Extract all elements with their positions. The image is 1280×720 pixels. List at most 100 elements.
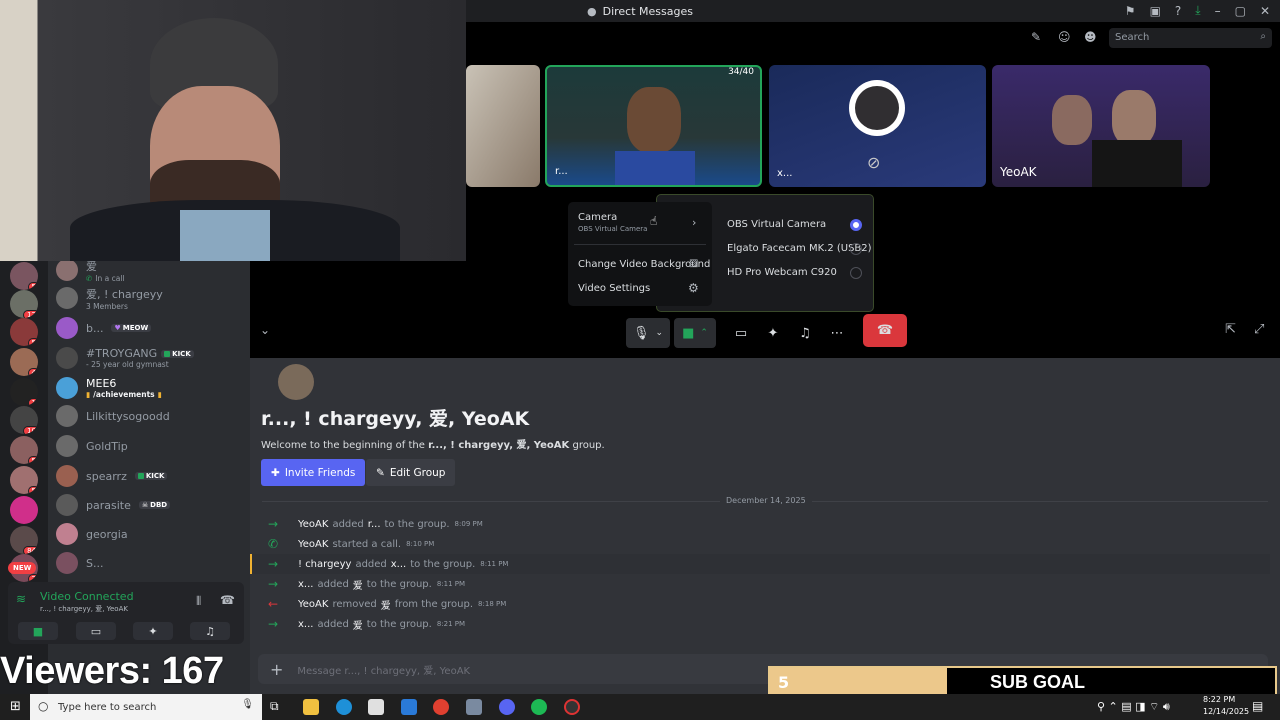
leave-call-button[interactable]: ☎ bbox=[863, 314, 907, 347]
camera-option[interactable]: OBS Virtual Camera bbox=[727, 219, 826, 230]
flag-icon[interactable]: ⚑ bbox=[1125, 4, 1136, 18]
dm-item[interactable]: georgia bbox=[56, 520, 246, 548]
add-member-icon[interactable]: ☺ bbox=[1058, 30, 1071, 44]
dm-item[interactable]: MEE6 ▮/achievements ▮ bbox=[56, 374, 246, 402]
dm-item[interactable]: spearrz KICK bbox=[56, 462, 246, 490]
camera-radio[interactable] bbox=[850, 267, 862, 279]
close-button[interactable]: ✕ bbox=[1260, 4, 1270, 18]
maximize-button[interactable]: ▢ bbox=[1235, 4, 1246, 18]
camera-button[interactable]: ■ bbox=[18, 622, 58, 640]
camera-option[interactable]: HD Pro Webcam C920 bbox=[727, 267, 837, 278]
message-author[interactable]: YeoAK bbox=[298, 539, 328, 550]
message-author[interactable]: YeoAK bbox=[298, 599, 328, 610]
search-input[interactable]: Search ⌕ bbox=[1109, 28, 1272, 48]
members-icon[interactable]: ☻ bbox=[1084, 30, 1097, 44]
mail-icon[interactable] bbox=[401, 699, 417, 715]
search-icon: ○ bbox=[38, 699, 49, 713]
noise-icon[interactable]: ⦀ bbox=[196, 594, 201, 609]
server-icon[interactable]: 10 bbox=[10, 406, 38, 434]
inbox-icon[interactable]: ▣ bbox=[1150, 4, 1161, 18]
windows-start-icon[interactable]: ⊞ bbox=[10, 699, 21, 714]
dm-item[interactable]: b... ♥ MEOW bbox=[56, 314, 246, 342]
app-icon[interactable] bbox=[466, 699, 482, 715]
download-icon[interactable]: ⤓ bbox=[1195, 3, 1200, 18]
screenshare-button[interactable]: ▭ bbox=[730, 318, 752, 348]
more-button[interactable]: ⋯ bbox=[826, 318, 848, 348]
popout-icon[interactable]: ⇱ bbox=[1225, 322, 1236, 337]
notifications-icon[interactable]: ▤ bbox=[1252, 699, 1263, 713]
message-target[interactable]: x... bbox=[391, 559, 406, 570]
dm-item[interactable]: Lilkittysogoodd bbox=[56, 402, 246, 430]
dm-item[interactable]: #TROYGANG KICK - 25 year old gymnast bbox=[56, 344, 246, 372]
video-tile[interactable]: r... 34/40 bbox=[545, 65, 762, 187]
server-icon[interactable]: 12 bbox=[10, 290, 38, 318]
add-attachment-icon[interactable]: + bbox=[270, 660, 283, 679]
taskbar-search[interactable]: ○ Type here to search 🎙︎ bbox=[30, 694, 262, 720]
server-icon[interactable]: 5 bbox=[10, 318, 38, 346]
status-pill: KICK bbox=[134, 472, 168, 480]
spotify-icon[interactable] bbox=[531, 699, 547, 715]
video-settings-item[interactable]: Video Settings bbox=[578, 283, 650, 294]
activity-button[interactable]: ✦ bbox=[133, 622, 173, 640]
file-explorer-icon[interactable] bbox=[303, 699, 319, 715]
system-message: → YeoAK added r... to the group. 8:09 PM bbox=[268, 516, 483, 532]
soundboard-button[interactable]: ♫ bbox=[190, 622, 230, 640]
disconnect-icon[interactable]: ☎ bbox=[220, 593, 235, 607]
soundboard-button[interactable]: ♫ bbox=[794, 318, 816, 348]
message-author[interactable]: ! chargeyy bbox=[298, 559, 351, 570]
activity-button[interactable]: ✦ bbox=[762, 318, 784, 348]
taskbar: ⊞ ○ Type here to search 🎙︎ ⧉ ⚲ ⌃ ▤ ◨ ⌔ 🔊︎ … bbox=[0, 694, 1280, 720]
edge-icon[interactable] bbox=[336, 699, 352, 715]
system-message: → ! chargeyy added x... to the group. 8:11 PM bbox=[268, 556, 508, 572]
voice-status[interactable]: Video Connected bbox=[40, 590, 134, 603]
video-tile[interactable]: ⊘ x... bbox=[769, 65, 986, 187]
dm-sub: ✆ In a call bbox=[86, 274, 125, 283]
dm-name: #TROYGANG bbox=[86, 347, 158, 360]
clock-time[interactable]: 8:22 PM bbox=[1203, 695, 1235, 704]
camera-menu-item[interactable]: Camera bbox=[578, 212, 617, 223]
discord-taskbar-icon[interactable] bbox=[499, 699, 515, 715]
dm-item[interactable]: 爱, ! chargeyy 3 Members bbox=[56, 284, 246, 312]
dm-item[interactable]: S... bbox=[56, 549, 246, 577]
pin-icon[interactable]: ✎ bbox=[1031, 30, 1041, 44]
clock-date[interactable]: 12/14/2025 bbox=[1203, 707, 1249, 716]
dm-item[interactable]: parasite ☠ DBD bbox=[56, 491, 246, 519]
message-author[interactable]: x... bbox=[298, 619, 313, 630]
fullscreen-icon[interactable]: ⤢ bbox=[1254, 322, 1264, 337]
dm-item[interactable]: GoldTip bbox=[56, 432, 246, 460]
server-icon[interactable]: 5 bbox=[10, 466, 38, 494]
video-tile[interactable]: YeoAK bbox=[992, 65, 1210, 187]
invite-label: Invite Friends bbox=[284, 466, 356, 479]
camera-radio-selected[interactable] bbox=[850, 219, 862, 231]
mute-button[interactable]: 🎙︎ ⌄ bbox=[626, 318, 670, 348]
minimize-button[interactable]: – bbox=[1215, 4, 1221, 18]
message-target[interactable]: 爱 bbox=[353, 577, 363, 592]
server-icon[interactable]: 5 bbox=[10, 262, 38, 290]
video-tile[interactable] bbox=[466, 65, 540, 187]
message-target[interactable]: r... bbox=[368, 519, 381, 530]
video-button[interactable]: ■ ⌃ bbox=[674, 318, 716, 348]
avatar bbox=[56, 552, 78, 574]
participant-video bbox=[1052, 95, 1092, 145]
server-icon[interactable]: 4 bbox=[10, 348, 38, 376]
server-icon[interactable] bbox=[10, 496, 38, 524]
invite-friends-button[interactable]: ✚ Invite Friends bbox=[261, 459, 366, 486]
message-author[interactable]: x... bbox=[298, 579, 313, 590]
screenshare-button[interactable]: ▭ bbox=[76, 622, 116, 640]
obs-icon[interactable] bbox=[564, 699, 580, 715]
server-icon[interactable]: 1 bbox=[10, 378, 38, 406]
server-icon[interactable]: 5 bbox=[10, 436, 38, 464]
chrome-icon[interactable] bbox=[433, 699, 449, 715]
message-target[interactable]: 爱 bbox=[353, 617, 363, 632]
store-icon[interactable] bbox=[368, 699, 384, 715]
message-target[interactable]: 爱 bbox=[381, 597, 391, 612]
task-view-icon[interactable]: ⧉ bbox=[270, 699, 279, 714]
chevron-down-icon[interactable]: ⌄ bbox=[260, 323, 270, 337]
message-author[interactable]: YeoAK bbox=[298, 519, 328, 530]
server-icon[interactable]: 84 bbox=[10, 526, 38, 554]
shirt bbox=[180, 210, 270, 261]
camera-radio[interactable] bbox=[850, 243, 862, 255]
edit-group-button[interactable]: ✎ Edit Group bbox=[366, 459, 456, 486]
help-icon[interactable]: ? bbox=[1175, 4, 1181, 18]
tray-icons[interactable]: ⚲ ⌃ ▤ ◨ ⌔ 🔊︎ bbox=[1097, 700, 1170, 714]
